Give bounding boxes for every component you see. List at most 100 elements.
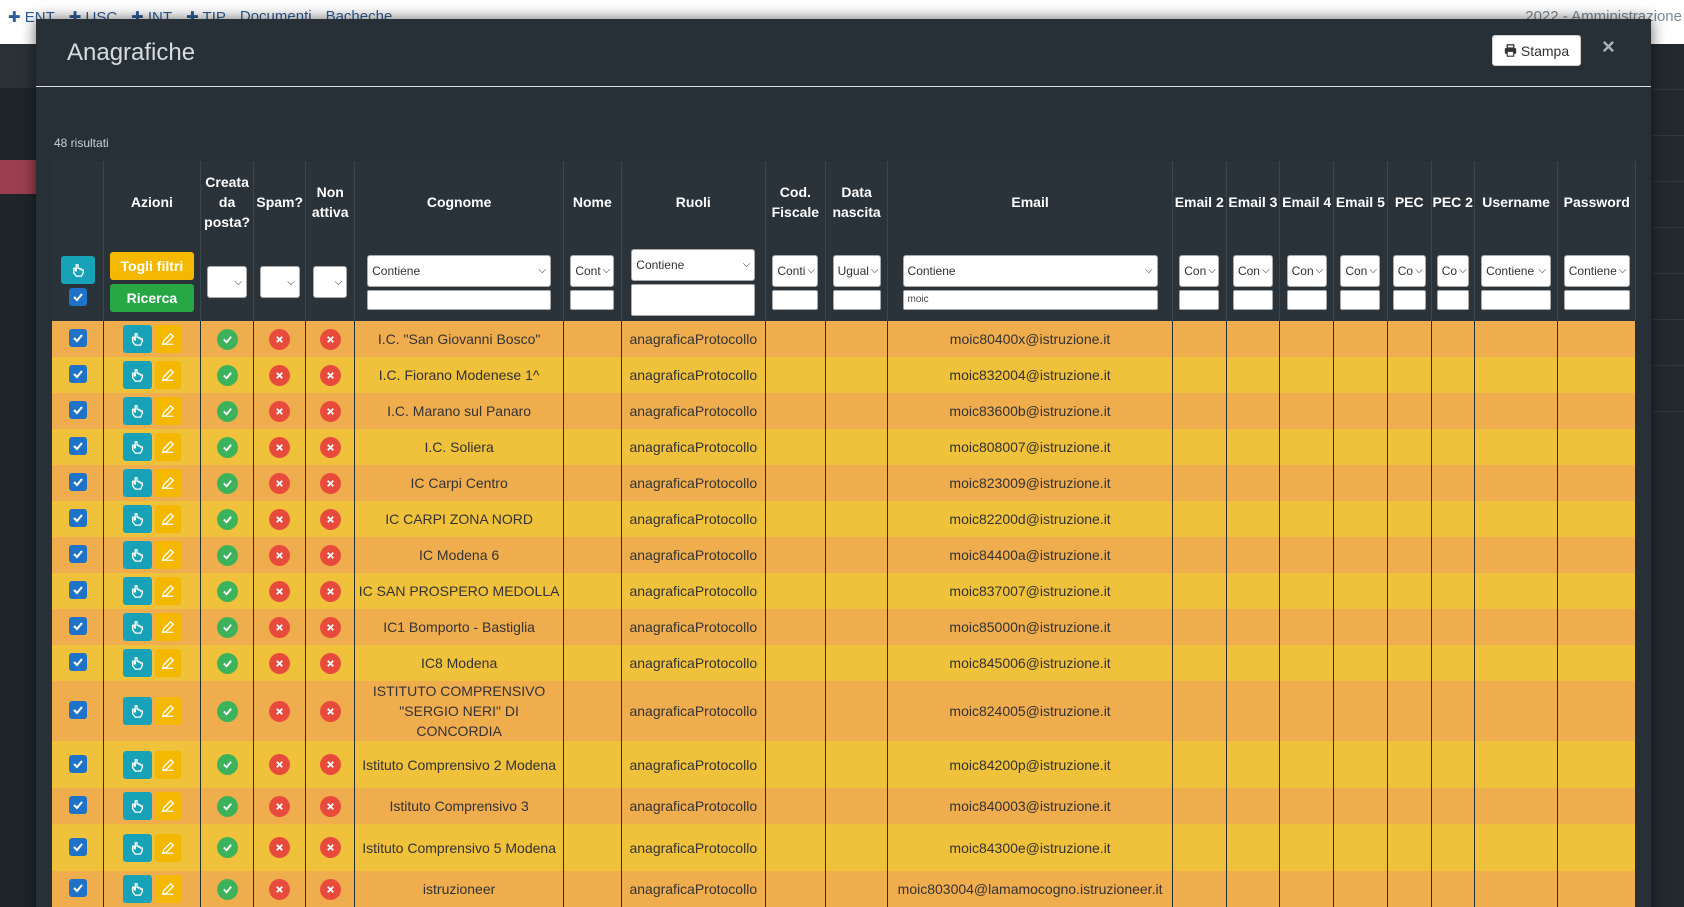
pec-filter-input[interactable] (1392, 289, 1426, 310)
data-nascita-filter-input[interactable] (832, 289, 881, 310)
email-5-filter-select[interactable]: Con ⌵ (1340, 254, 1381, 287)
row-select-button[interactable] (122, 875, 152, 903)
email-4-filter-input[interactable] (1286, 289, 1327, 310)
search-button[interactable]: Ricerca (109, 284, 194, 312)
cod-fiscale-filter-input[interactable] (772, 289, 819, 310)
table-row[interactable]: I.C. Fiorano Modenese 1^ anagraficaProtoc… (52, 357, 1636, 393)
table-row[interactable]: IC SAN PROSPERO MEDOLLA anagraficaProtoco… (52, 573, 1636, 609)
email-2-filter-select[interactable]: Con ⌵ (1179, 254, 1220, 287)
col-azioni[interactable]: Azioni (103, 161, 201, 243)
row-edit-button[interactable] (154, 697, 181, 725)
pec-2-filter-input[interactable] (1436, 289, 1469, 310)
row-checkbox[interactable] (68, 754, 87, 773)
col-creata-da-posta[interactable]: Creata da posta? (200, 161, 255, 243)
row-checkbox[interactable] (68, 545, 87, 563)
table-row[interactable]: ISTITUTO COMPRENSIVO "SERGIO NERI" DI CO… (52, 681, 1636, 741)
spam-filter[interactable]: ⌵ (259, 266, 300, 298)
clear-filters-button[interactable]: Togli filtri (109, 252, 194, 280)
select-filtered-button[interactable] (60, 256, 95, 284)
row-checkbox[interactable] (68, 401, 87, 419)
cognome-filter-select[interactable]: Contiene ⌵ (367, 254, 552, 287)
row-edit-button[interactable] (154, 433, 181, 461)
nome-filter-select[interactable]: Cont ⌵ (570, 254, 615, 287)
table-row[interactable]: Istituto Comprensivo 5 Modena anagraficaP… (52, 824, 1636, 871)
row-select-button[interactable] (122, 750, 152, 779)
row-edit-button[interactable] (154, 875, 181, 903)
email-2-filter-input[interactable] (1179, 289, 1220, 310)
data-nascita-filter-select[interactable]: Ugual ⌵ (832, 254, 881, 287)
ruoli-filter-input[interactable] (631, 283, 756, 316)
table-row[interactable]: Istituto Comprensivo 3 anagraficaProtocol… (52, 788, 1636, 824)
table-row[interactable]: IC Modena 6 anagraficaProtocollo moic84400… (52, 537, 1636, 573)
col-email-4[interactable]: Email 4 (1279, 161, 1334, 243)
row-edit-button[interactable] (154, 469, 181, 497)
col-cod-fiscale[interactable]: Cod. Fiscale (765, 161, 826, 243)
row-edit-button[interactable] (154, 541, 181, 569)
password-filter-input[interactable] (1563, 289, 1630, 310)
row-select-button[interactable] (122, 397, 152, 425)
row-select-button[interactable] (122, 649, 152, 677)
row-select-button[interactable] (122, 325, 152, 353)
username-filter-select[interactable]: Contiene ⌵ (1481, 254, 1552, 287)
creata-da-posta-filter[interactable]: ⌵ (207, 266, 248, 298)
row-select-button[interactable] (122, 505, 152, 533)
row-checkbox[interactable] (68, 837, 87, 856)
col-cognome[interactable]: Cognome (354, 161, 564, 243)
pec-filter-select[interactable]: Co ⌵ (1392, 254, 1426, 287)
col-email-3[interactable]: Email 3 (1226, 161, 1281, 243)
col-email[interactable]: Email (887, 161, 1173, 243)
row-checkbox[interactable] (68, 701, 87, 719)
non-attiva-filter[interactable]: ⌵ (313, 266, 348, 298)
row-select-button[interactable] (122, 792, 152, 820)
col-email-5[interactable]: Email 5 (1333, 161, 1388, 243)
table-row[interactable]: IC1 Bomporto - Bastiglia anagraficaProtoc… (52, 609, 1636, 645)
table-row[interactable]: I.C. Marano sul Panaro anagraficaProtocol… (52, 393, 1636, 429)
row-checkbox[interactable] (68, 617, 87, 635)
row-select-button[interactable] (122, 469, 152, 497)
row-checkbox[interactable] (68, 796, 87, 814)
nome-filter-input[interactable] (570, 289, 615, 310)
table-row[interactable]: IC Carpi Centro anagraficaProtocollo moic8… (52, 465, 1636, 501)
row-checkbox[interactable] (68, 365, 87, 383)
email-filter-input[interactable]: moic (902, 289, 1158, 310)
table-row[interactable]: istruzioneer anagraficaProtocollo moic8030… (52, 871, 1636, 907)
close-icon[interactable]: × (1602, 34, 1615, 60)
table-row[interactable]: IC CARPI ZONA NORD anagraficaProtocollo mo… (52, 501, 1636, 537)
row-edit-button[interactable] (154, 577, 181, 605)
email-5-filter-input[interactable] (1340, 289, 1381, 310)
ruoli-filter-select[interactable]: Contiene ⌵ (631, 248, 756, 281)
col-nome[interactable]: Nome (563, 161, 622, 243)
col-pec-2[interactable]: PEC 2 (1431, 161, 1475, 243)
row-select-button[interactable] (122, 433, 152, 461)
row-edit-button[interactable] (154, 750, 181, 779)
row-select-button[interactable] (122, 833, 152, 862)
row-checkbox[interactable] (68, 509, 87, 527)
col-email-2[interactable]: Email 2 (1172, 161, 1227, 243)
row-checkbox[interactable] (68, 653, 87, 671)
row-checkbox[interactable] (68, 437, 87, 455)
email-3-filter-input[interactable] (1232, 289, 1273, 310)
row-checkbox[interactable] (68, 879, 87, 897)
row-edit-button[interactable] (154, 833, 181, 862)
table-row[interactable]: Istituto Comprensivo 2 Modena anagraficaP… (52, 741, 1636, 788)
pec-2-filter-select[interactable]: Co ⌵ (1436, 254, 1469, 287)
row-edit-button[interactable] (154, 505, 181, 533)
row-checkbox[interactable] (68, 329, 87, 347)
col-pec[interactable]: PEC (1387, 161, 1432, 243)
col-password[interactable]: Password (1557, 161, 1636, 243)
row-edit-button[interactable] (154, 613, 181, 641)
row-edit-button[interactable] (154, 792, 181, 820)
row-edit-button[interactable] (154, 325, 181, 353)
email-4-filter-select[interactable]: Con ⌵ (1286, 254, 1327, 287)
cod-fiscale-filter-select[interactable]: Conti ⌵ (772, 254, 819, 287)
row-select-button[interactable] (122, 541, 152, 569)
row-edit-button[interactable] (154, 361, 181, 389)
table-row[interactable]: IC8 Modena anagraficaProtocollo moic845006… (52, 645, 1636, 681)
col-spam[interactable]: Spam? (253, 161, 306, 243)
print-button[interactable]: Stampa (1492, 35, 1581, 66)
row-edit-button[interactable] (154, 649, 181, 677)
select-all-checkbox[interactable] (68, 288, 87, 306)
email-filter-select[interactable]: Contiene ⌵ (902, 254, 1158, 287)
cognome-filter-input[interactable] (367, 289, 552, 310)
col-username[interactable]: Username (1474, 161, 1559, 243)
